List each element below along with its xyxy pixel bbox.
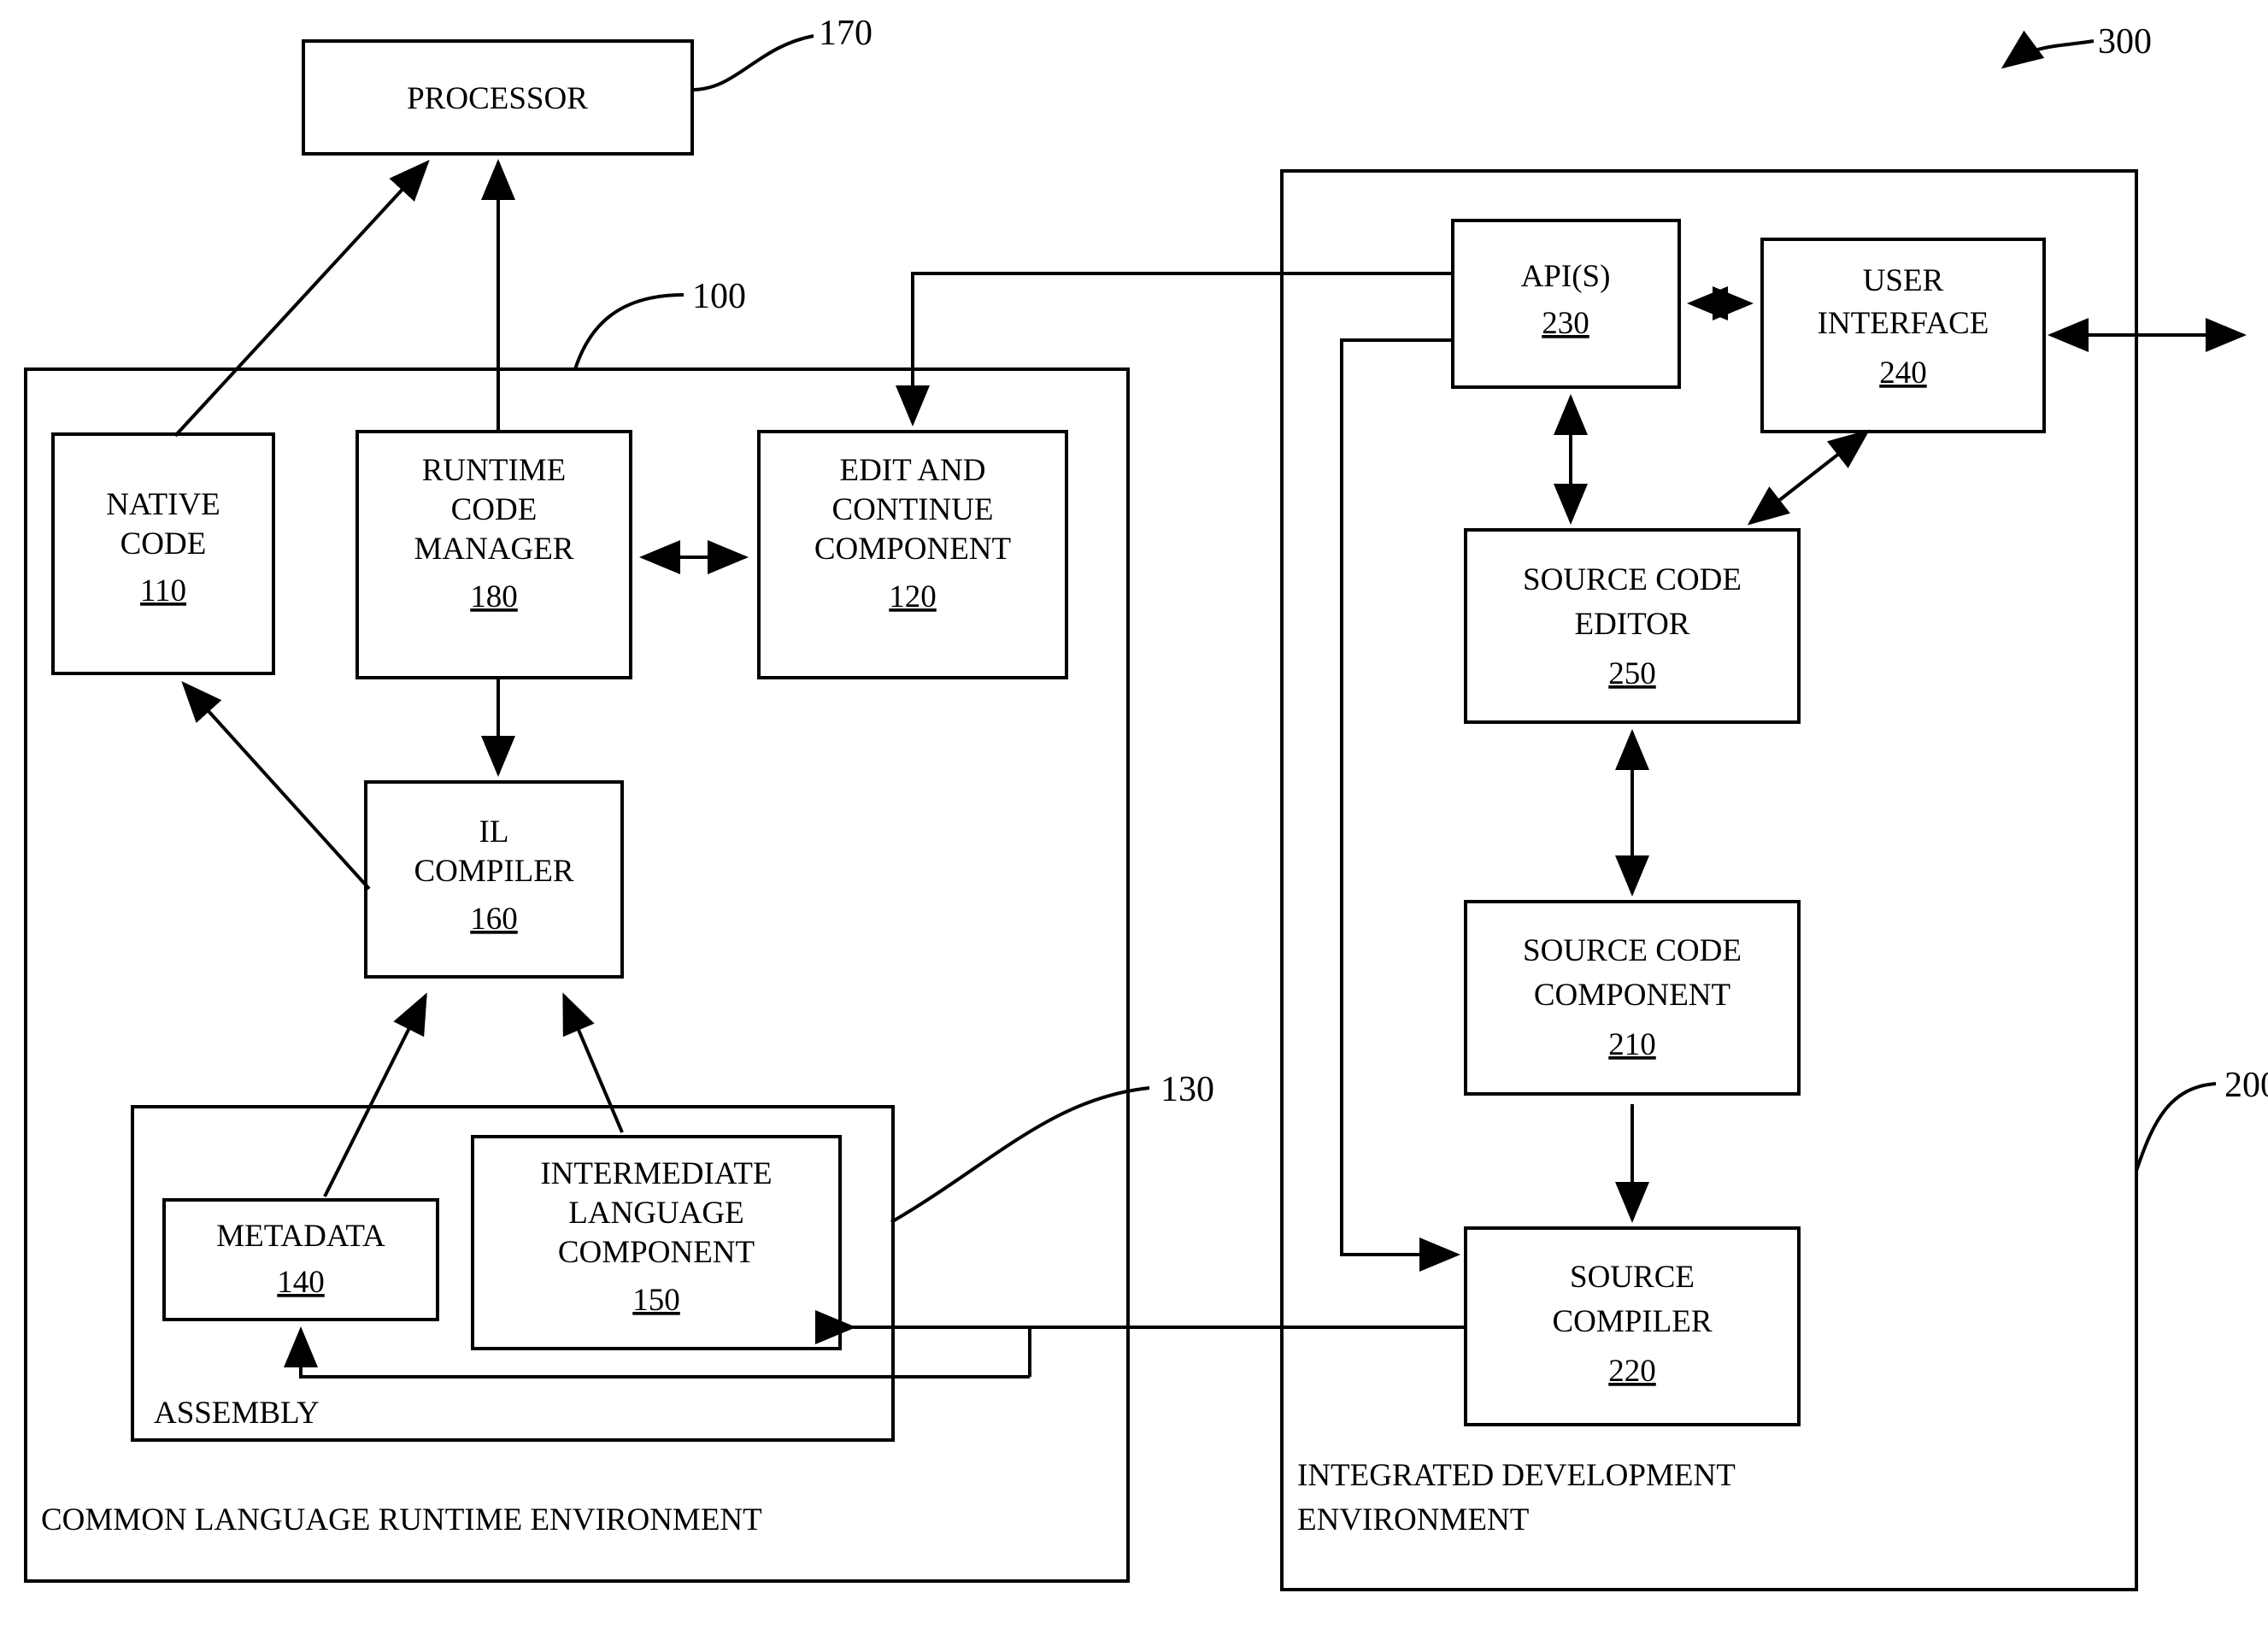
ide-environment-label-line1: INTEGRATED DEVELOPMENT	[1297, 1458, 1736, 1493]
edit-continue-label-line2: CONTINUE	[831, 492, 993, 527]
source-code-component-label-line1: SOURCE CODE	[1523, 933, 1742, 968]
assembly-label: ASSEMBLY	[154, 1396, 320, 1431]
arrow-il-compiler-to-native-code	[181, 681, 371, 891]
native-code-label-line1: NATIVE	[106, 487, 220, 522]
leader-170	[691, 34, 814, 91]
arrow-metadata-to-il-compiler	[323, 992, 427, 1197]
source-code-component-label-line2: COMPONENT	[1534, 978, 1730, 1013]
runtime-code-manager-ref: 180	[470, 579, 518, 614]
runtime-code-manager-label-line1: RUNTIME	[422, 453, 567, 488]
ref-numeral-130: 130	[1160, 1070, 1214, 1109]
ide-environment-container	[1280, 169, 2138, 1591]
ref-numeral-200: 200	[2224, 1066, 2268, 1105]
user-interface-label-line1: USER	[1863, 263, 1944, 298]
arrow-native-code-to-processor	[173, 160, 430, 438]
clr-environment-label: COMMON LANGUAGE RUNTIME ENVIRONMENT	[41, 1502, 762, 1537]
edit-continue-label-line1: EDIT AND	[840, 453, 986, 488]
processor-label: PROCESSOR	[407, 81, 588, 116]
source-code-editor-ref: 250	[1608, 656, 1656, 691]
ilc-label-line2: LANGUAGE	[568, 1196, 744, 1231]
source-code-editor-label-line2: EDITOR	[1575, 607, 1690, 642]
source-code-editor-label-line1: SOURCE CODE	[1523, 562, 1742, 597]
leader-300	[2001, 30, 2095, 69]
assembly-container	[131, 1105, 895, 1442]
leader-100	[573, 293, 685, 370]
source-compiler-label-line2: COMPILER	[1552, 1304, 1712, 1339]
leader-200	[2135, 1082, 2217, 1172]
edit-continue-ref: 120	[889, 579, 937, 614]
apis-label: API(S)	[1521, 259, 1611, 294]
edit-continue-label-line3: COMPONENT	[814, 532, 1011, 567]
ilc-label-line3: COMPONENT	[558, 1235, 755, 1270]
ref-numeral-100: 100	[692, 277, 746, 316]
ref-numeral-300: 300	[2098, 22, 2152, 62]
patent-diagram-canvas: PROCESSOR NATIVE CODE 110 RUNTIME CODE M…	[0, 0, 2268, 1646]
ide-environment-label-line2: ENVIRONMENT	[1297, 1502, 1529, 1537]
leader-130	[890, 1086, 1150, 1224]
arrow-assembly-to-metadata	[284, 1326, 1030, 1379]
arrow-apis-to-edit-continue	[896, 272, 1453, 426]
user-interface-label-line2: INTERFACE	[1818, 306, 1989, 341]
source-compiler-label-line1: SOURCE	[1570, 1260, 1695, 1295]
source-code-component-ref: 210	[1608, 1027, 1656, 1062]
arrow-ilc-to-il-compiler	[562, 992, 624, 1133]
native-code-label-line2: CODE	[120, 526, 207, 561]
il-compiler-label-line1: IL	[479, 814, 509, 849]
native-code-ref: 110	[140, 573, 186, 608]
ilc-ref: 150	[632, 1283, 680, 1318]
arrow-apis-bus-to-source-compiler	[1340, 338, 1460, 1272]
source-compiler-ref: 220	[1608, 1354, 1656, 1389]
runtime-code-manager-label-line2: CODE	[451, 492, 538, 527]
metadata-box[interactable]	[162, 1198, 439, 1321]
apis-ref: 230	[1542, 306, 1589, 341]
user-interface-ref: 240	[1879, 356, 1927, 391]
ilc-label-line1: INTERMEDIATE	[540, 1156, 772, 1191]
ref-numeral-170: 170	[819, 14, 873, 53]
metadata-label: METADATA	[216, 1219, 385, 1254]
apis-box[interactable]	[1451, 219, 1681, 389]
il-compiler-ref: 160	[470, 902, 518, 937]
runtime-code-manager-label-line3: MANAGER	[414, 532, 573, 567]
arrow-user-interface-to-source-code-editor	[1747, 429, 1871, 526]
metadata-ref: 140	[277, 1265, 325, 1300]
il-compiler-label-line2: COMPILER	[414, 854, 573, 889]
